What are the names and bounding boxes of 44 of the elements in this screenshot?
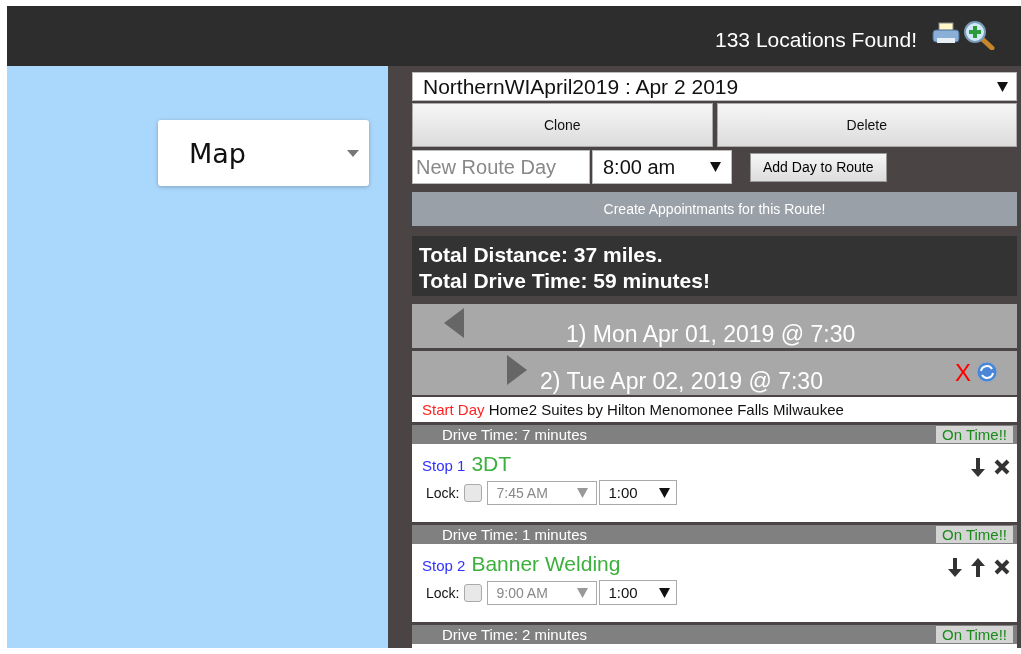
status-badge: On Time!!	[935, 526, 1013, 543]
drive-time-text: Drive Time: 1 minutes	[442, 526, 588, 543]
refresh-icon[interactable]	[976, 361, 998, 383]
new-route-day-field[interactable]: New Route Day	[412, 150, 590, 184]
totals-text: Total Drive Time: 59 minutes!	[419, 268, 711, 294]
route-dropdown[interactable]: NorthernWIApril2019 : Apr 2 2019	[412, 72, 1017, 101]
dropdown-caret-icon	[347, 149, 359, 157]
stop-label: Stop 1	[422, 457, 466, 474]
close-icon[interactable]	[993, 558, 1011, 576]
route-action-button[interactable]: Delete	[716, 103, 1017, 147]
down-arrow-icon[interactable]	[947, 558, 963, 577]
up-arrow-icon[interactable]	[970, 558, 986, 577]
close-icon[interactable]	[993, 458, 1011, 476]
route-action-button[interactable]: Clone	[412, 103, 713, 147]
drive-time-text: Drive Time: 2 minutes	[442, 626, 588, 643]
dropdown-caret-icon	[577, 487, 589, 498]
start-day-text: Start Day Home2 Suites by Hilton Menomonee Falls Milwaukee	[412, 397, 1017, 422]
add-day-button[interactable]: Add Day to Route	[750, 152, 887, 182]
drive-time-text: Drive Time: 7 minutes	[442, 426, 588, 443]
dropdown-caret-icon	[577, 587, 589, 598]
locations-count: 133 Locations Found!	[715, 27, 917, 52]
lock-label: Lock:	[426, 584, 460, 601]
status-badge: On Time!!	[935, 426, 1013, 443]
stop-label: Stop 2	[422, 557, 466, 574]
dropdown-caret-icon	[659, 487, 671, 498]
map-type-dropdown[interactable]: Map	[158, 120, 369, 186]
day-title: 1) Mon Apr 01, 2019 @ 7:30	[566, 321, 856, 348]
day-title: 2) Tue Apr 02, 2019 @ 7:30	[540, 368, 823, 395]
status-badge: On Time!!	[935, 626, 1013, 643]
down-arrow-icon[interactable]	[970, 458, 986, 477]
dropdown-caret-icon	[710, 162, 721, 172]
duration-dropdown[interactable]: 1:00	[599, 480, 678, 505]
arrival-time-dropdown[interactable]: 7:45 AM	[487, 480, 598, 505]
arrival-time-dropdown[interactable]: 9:00 AM	[487, 580, 598, 605]
dropdown-caret-icon	[659, 587, 671, 598]
totals-text: Total Distance: 37 miles.	[419, 242, 664, 268]
dropdown-caret-icon	[997, 81, 1008, 92]
lock-label: Lock:	[426, 484, 460, 501]
printer-icon[interactable]	[931, 20, 961, 46]
zoom-in-icon[interactable]	[963, 20, 995, 50]
duration-dropdown[interactable]: 1:00	[599, 580, 678, 605]
lock-checkbox[interactable]	[464, 583, 483, 602]
start-time-dropdown[interactable]: 8:00 am	[592, 150, 732, 184]
lock-checkbox[interactable]	[464, 483, 483, 502]
